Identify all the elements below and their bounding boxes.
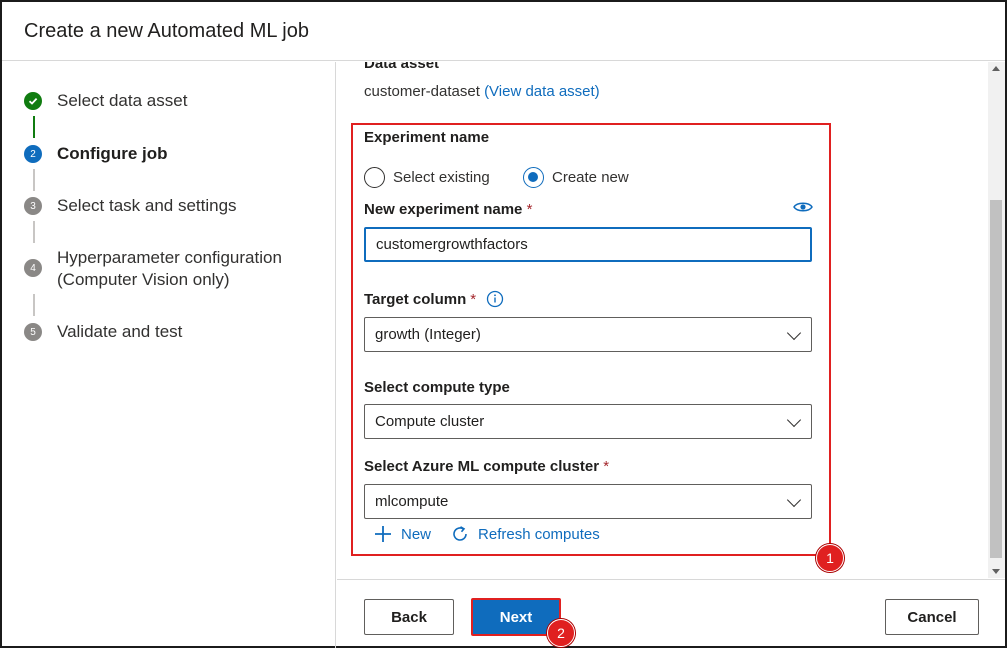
back-button[interactable]: Back <box>364 599 454 635</box>
data-asset-label: Data asset <box>364 62 440 72</box>
scroll-thumb[interactable] <box>990 200 1002 558</box>
step-connector <box>33 294 35 316</box>
step-label: Select data asset <box>57 91 188 110</box>
dialog-footer: Back Next Cancel <box>337 579 1005 648</box>
dialog-title: Create a new Automated ML job <box>24 20 309 42</box>
dialog-header: Create a new Automated ML job <box>2 2 1005 61</box>
scroll-down-arrow-icon[interactable] <box>992 569 1000 574</box>
view-data-asset-link[interactable]: (View data asset) <box>484 83 600 100</box>
step-configure-job[interactable]: 2 Configure job <box>24 143 167 165</box>
step-label: Validate and test <box>57 322 183 341</box>
step-connector <box>33 169 35 191</box>
step-number-badge: 2 <box>24 145 42 163</box>
step-label: Select task and settings <box>57 196 237 215</box>
checkmark-icon <box>24 92 42 110</box>
wizard-stepper: Select data asset 2 Configure job 3 Sele… <box>2 62 336 648</box>
dialog: Create a new Automated ML job Select dat… <box>0 0 1007 648</box>
step-number-badge: 5 <box>24 323 42 341</box>
callout-highlight-box <box>351 123 831 556</box>
step-number-badge: 3 <box>24 197 42 215</box>
scroll-up-arrow-icon[interactable] <box>992 66 1000 71</box>
step-select-data-asset[interactable]: Select data asset <box>24 90 187 112</box>
form-scrollbar[interactable] <box>988 62 1005 578</box>
callout-badge-1: 1 <box>816 544 844 572</box>
step-hyperparameter[interactable]: 4 Hyperparameter configuration (Computer… <box>24 247 314 291</box>
step-connector <box>33 221 35 243</box>
data-asset-value: customer-dataset (View data asset) <box>364 83 600 100</box>
step-validate-test[interactable]: 5 Validate and test <box>24 321 182 343</box>
step-label: Configure job <box>57 144 168 163</box>
step-number-badge: 4 <box>24 259 42 277</box>
cancel-button[interactable]: Cancel <box>885 599 979 635</box>
step-connector <box>33 116 35 138</box>
step-label: Hyperparameter configuration (Computer V… <box>57 248 282 289</box>
callout-badge-2: 2 <box>547 619 575 647</box>
step-select-task[interactable]: 3 Select task and settings <box>24 195 237 217</box>
